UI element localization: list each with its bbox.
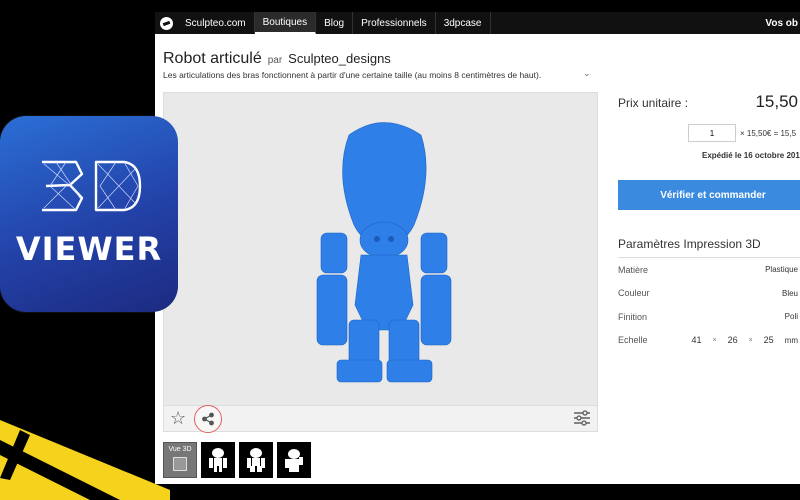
- checkout-button[interactable]: Vérifier et commander: [618, 180, 800, 210]
- scale-inputs: 41 × 26 × 25 mm: [686, 335, 798, 345]
- total-price: × 15,50€ = 15,5: [740, 128, 797, 138]
- param-row-material[interactable]: Matière Plastique: [618, 258, 800, 282]
- product-title: Robot articulé: [163, 50, 262, 67]
- scale-unit: mm: [784, 335, 798, 345]
- param-value[interactable]: Plastique: [765, 265, 798, 274]
- param-label: Matière: [618, 264, 649, 275]
- nav-item-sculpteo[interactable]: Sculpteo.com: [177, 12, 255, 34]
- quantity-row: × 15,50€ = 15,5: [618, 124, 800, 142]
- unit-price-value: 15,50: [755, 92, 798, 111]
- nav-item-professionnels[interactable]: Professionnels: [353, 12, 436, 34]
- thumbnail-image[interactable]: [277, 442, 311, 478]
- unit-price-label: Prix unitaire :: [618, 96, 689, 110]
- param-value[interactable]: Bleu: [782, 289, 798, 298]
- robot-thumbnail-icon: [247, 448, 265, 472]
- thumbnail-3d-view[interactable]: Vue 3D: [163, 442, 197, 478]
- thumbnail-strip: Vue 3D: [163, 442, 311, 478]
- yellow-brush-decoration: [0, 420, 170, 500]
- app-icon-label: VIEWER: [15, 230, 163, 268]
- quantity-input[interactable]: [688, 124, 736, 142]
- 3d-viewer-app-icon: VIEWER 3D: [0, 116, 178, 312]
- cube-icon: [173, 457, 187, 471]
- author-link[interactable]: Sculpteo_designs: [288, 51, 391, 66]
- robot-model[interactable]: [309, 115, 459, 395]
- by-label: par: [267, 55, 283, 66]
- param-label: Finition: [618, 311, 648, 322]
- thumbnail-3d-label: Vue 3D: [168, 446, 192, 453]
- sculpteo-logo-icon[interactable]: [155, 12, 177, 34]
- chevron-down-icon[interactable]: ⌄: [583, 68, 591, 79]
- shipping-date: Expédié le 16 octobre 201: [702, 151, 800, 160]
- thumbnail-image[interactable]: [239, 442, 273, 478]
- param-label: Couleur: [618, 288, 650, 299]
- 3d-wireframe-text: [42, 160, 142, 212]
- robot-thumbnail-icon: [209, 448, 227, 472]
- param-value[interactable]: Poli: [785, 312, 798, 321]
- scale-z-input[interactable]: 25: [759, 335, 779, 345]
- 3d-model-viewer[interactable]: ☆: [163, 92, 598, 433]
- param-row-finish[interactable]: Finition Poli: [618, 305, 800, 329]
- product-header: Robot articulé par Sculpteo_designs: [163, 50, 391, 68]
- account-link[interactable]: Vos ob: [765, 12, 800, 34]
- nav-item-3dpcase[interactable]: 3dpcase: [436, 12, 491, 34]
- param-label: Echelle: [618, 335, 648, 346]
- viewer-toolbar: ☆: [164, 405, 597, 433]
- thumbnail-image[interactable]: [201, 442, 235, 478]
- times-sign: ×: [748, 336, 753, 344]
- print-params-title: Paramètres Impression 3D: [618, 237, 800, 258]
- scale-x-input[interactable]: 41: [686, 335, 706, 345]
- robot-thumbnail-icon: [285, 449, 303, 472]
- scale-y-input[interactable]: 26: [723, 335, 743, 345]
- unit-price-row: Prix unitaire : 15,50: [618, 92, 800, 112]
- share-icon[interactable]: [194, 405, 222, 433]
- product-description: Les articulations des bras fonctionnent …: [163, 70, 542, 80]
- param-row-color[interactable]: Couleur Bleu: [618, 282, 800, 306]
- sculpteo-product-page: Sculpteo.com Boutiques Blog Professionne…: [155, 12, 800, 484]
- purchase-panel: Prix unitaire : 15,50 × 15,50€ = 15,5 Ex…: [618, 92, 800, 352]
- viewer-settings-sliders-icon[interactable]: [573, 410, 591, 431]
- top-navigation: Sculpteo.com Boutiques Blog Professionne…: [155, 12, 800, 34]
- times-sign: ×: [712, 336, 717, 344]
- param-row-scale: Echelle 41 × 26 × 25 mm: [618, 329, 800, 353]
- nav-item-blog[interactable]: Blog: [316, 12, 354, 34]
- favorite-star-icon[interactable]: ☆: [170, 409, 186, 427]
- nav-item-boutiques[interactable]: Boutiques: [254, 12, 317, 34]
